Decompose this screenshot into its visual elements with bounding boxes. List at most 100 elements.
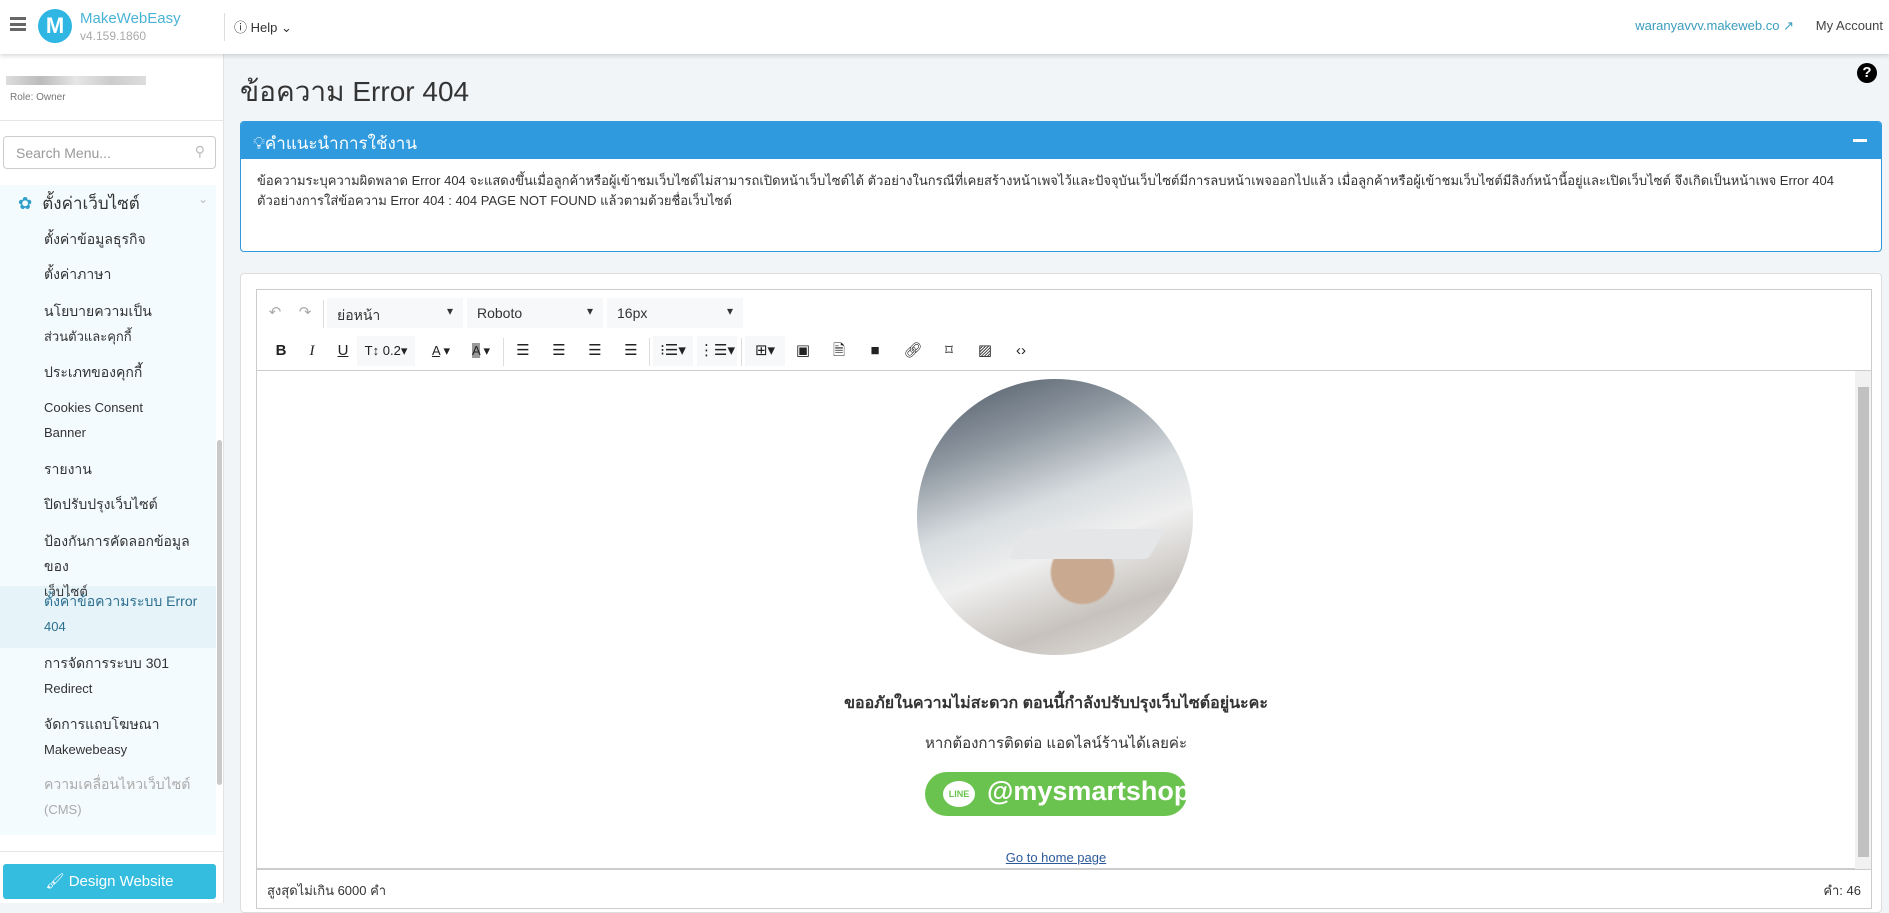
brush-icon: 🖌 — [45, 873, 65, 890]
home-link-label[interactable]: Go to home page — [1006, 850, 1106, 865]
sidebar-item[interactable]: ปิดปรับปรุงเว็บไซต์ — [44, 492, 214, 517]
bookmark-icon[interactable]: ⌑ — [935, 336, 963, 366]
divider — [224, 13, 225, 41]
help-icon[interactable]: ? — [1857, 63, 1877, 83]
logo[interactable]: M — [38, 9, 72, 43]
sidebar-item-label: ประเภทของคุกกี้ — [44, 364, 143, 380]
sidebar-item[interactable]: นโยบายความเป็น ส่วนตัวและคุกกี้ — [44, 299, 214, 349]
sidebar-item-label: รายงาน — [44, 461, 92, 477]
divider — [741, 338, 742, 366]
video-icon[interactable]: ▣ — [789, 336, 817, 366]
align-right-icon[interactable]: ☰ — [581, 336, 609, 366]
image-icon[interactable]: ▨ — [971, 336, 999, 366]
bullet-list-icon[interactable]: ⁝☰▾ — [653, 336, 693, 366]
line-icon: LINE — [943, 781, 975, 807]
sidebar-item[interactable]: ตั้งค่าข้อความระบบ Error 404 — [44, 589, 214, 639]
user-name-blurred — [6, 76, 146, 85]
lightbulb-icon: 💡︎ — [253, 134, 265, 153]
sidebar-item-label: Redirect — [44, 681, 93, 696]
help-dropdown[interactable]: ⓘ Help ⌄ — [234, 17, 292, 36]
home-page-link[interactable]: Go to home page — [257, 850, 1855, 865]
font-color-icon[interactable]: A ▾ — [423, 336, 459, 366]
line-id: @mysmartshop — [987, 776, 1191, 806]
my-account-link[interactable]: My Account — [1816, 18, 1883, 33]
sidebar-item-label: (CMS) — [44, 802, 82, 817]
search-menu-input[interactable]: Search Menu... ⚲ — [3, 136, 216, 169]
info-panel-header[interactable]: 💡︎คำแนะนำการใช้งาน — [241, 122, 1881, 159]
info-example: ตัวอย่างการใส่ข้อความ Error 404 : 404 PA… — [257, 192, 732, 208]
sidebar-item-label: จัดการแถบโฆษณา — [44, 716, 160, 732]
user-role: Role: Owner — [10, 92, 66, 103]
chevron-down-icon: ⌄ — [281, 20, 292, 35]
word-limit-note: สูงสุดไม่เกิน 6000 คำ — [267, 883, 387, 898]
line-height-value: 0.2 — [382, 343, 401, 358]
highlight-color-icon[interactable]: A ▾ — [463, 336, 499, 366]
sidebar-item[interactable]: จัดการแถบโฆษณา Makewebeasy — [44, 712, 214, 762]
sidebar-item[interactable]: ความเคลื่อนไหวเว็บไซต์ (CMS) — [44, 772, 214, 822]
line-contact-button[interactable]: LINE @mysmartshop — [925, 772, 1191, 816]
word-count: คำ: 46 — [1823, 883, 1861, 898]
font-size-select[interactable]: 16px — [607, 298, 743, 328]
align-left-icon[interactable]: ☰ — [509, 336, 537, 366]
sidebar-item[interactable]: ประเภทของคุกกี้ — [44, 360, 214, 385]
info-panel: 💡︎คำแนะนำการใช้งาน ข้อความระบุความผิดพลา… — [240, 121, 1882, 252]
scrollbar-thumb[interactable] — [1858, 387, 1869, 857]
external-link-icon: ↗ — [1783, 18, 1794, 33]
undo-icon[interactable]: ↶ — [261, 298, 289, 328]
align-center-icon[interactable]: ☰ — [545, 336, 573, 366]
chevron-down-icon: ⌄ — [198, 192, 209, 206]
redo-icon[interactable]: ↷ — [291, 298, 319, 328]
divider — [0, 120, 224, 121]
info-title: คำแนะนำการใช้งาน — [264, 134, 417, 153]
font-family-select[interactable]: Roboto — [467, 298, 603, 328]
italic-icon[interactable]: I — [298, 336, 326, 366]
editor-content[interactable]: ขออภัยในความไม่สะดวก ตอนนี้กำลังปรับปรุง… — [257, 370, 1871, 870]
link-icon[interactable]: 🔗︎ — [899, 336, 927, 366]
numbered-list-icon[interactable]: ⋮☰▾ — [697, 336, 737, 366]
page-title: ข้อความ Error 404 — [240, 76, 470, 107]
search-icon: ⚲ — [194, 143, 205, 159]
underline-icon[interactable]: U — [329, 336, 357, 366]
code-view-icon[interactable]: ‹› — [1007, 336, 1035, 366]
sidebar-item[interactable]: ตั้งค่าข้อมูลธุรกิจ — [44, 227, 214, 252]
collapse-icon[interactable] — [1853, 139, 1867, 142]
top-header: M MakeWebEasy v4.159.1860 ⓘ Help ⌄ waran… — [0, 0, 1889, 54]
sidebar-group-website-settings[interactable]: ✿ ตั้งค่าเว็บไซต์ ⌄ — [18, 190, 208, 217]
sidebar-item-label: การจัดการระบบ 301 — [44, 655, 170, 671]
sidebar-item-label: ป้องกันการคัดลอกข้อมูลของ — [44, 533, 190, 574]
question-circle-icon: ⓘ — [234, 20, 248, 35]
file-icon[interactable]: 🗎︎ — [825, 336, 853, 366]
search-placeholder: Search Menu... — [16, 145, 111, 161]
content-scrollbar[interactable] — [1855, 371, 1871, 869]
keyboard-picture — [1008, 529, 1166, 559]
table-icon[interactable]: ⊞▾ — [745, 336, 785, 366]
sidebar-item-label: 404 — [44, 619, 66, 634]
sidebar-item-label: ส่วนตัวและคุกกี้ — [44, 329, 132, 344]
content-heading: ขออภัยในความไม่สะดวก ตอนนี้กำลังปรับปรุง… — [844, 695, 1268, 712]
divider — [0, 851, 224, 852]
sidebar-item-label: ตั้งค่าข้อความระบบ Error — [44, 593, 198, 609]
version: v4.159.1860 — [80, 29, 147, 43]
sidebar-item[interactable]: ตั้งค่าภาษา — [44, 262, 214, 287]
sidebar-item-label: ตั้งค่าภาษา — [44, 266, 112, 282]
sidebar-item-label: Banner — [44, 425, 86, 440]
sidebar-item-label: Makewebeasy — [44, 742, 128, 757]
line-height-dropdown[interactable]: T↕ 0.2▾ — [357, 336, 415, 366]
sidebar-item[interactable]: รายงาน — [44, 457, 214, 482]
sidebar-item[interactable]: Cookies Consent Banner — [44, 395, 214, 445]
divider — [323, 300, 324, 328]
help-label: Help — [250, 20, 278, 35]
content-subtext: หากต้องการติดต่อ แอดไลน์ร้านได้เลยค่ะ — [924, 735, 1188, 752]
paragraph-style-select[interactable]: ย่อหน้า — [327, 298, 463, 328]
hamburger-menu-icon[interactable] — [10, 17, 26, 31]
sidebar-item-label: ปิดปรับปรุงเว็บไซต์ — [44, 496, 158, 512]
align-justify-icon[interactable]: ☰ — [617, 336, 645, 366]
line-height-icon: T↕ — [364, 343, 380, 358]
site-link[interactable]: waranyavvv.makeweb.co ↗ — [1635, 18, 1794, 34]
media-embed-icon[interactable]: ■ — [861, 336, 889, 366]
design-website-button[interactable]: 🖌 Design Website — [3, 864, 216, 899]
group-label: ตั้งค่าเว็บไซต์ — [42, 194, 140, 213]
sidebar-item[interactable]: การจัดการระบบ 301 Redirect — [44, 651, 214, 701]
bold-icon[interactable]: B — [267, 336, 295, 366]
sidebar-scrollbar[interactable] — [217, 440, 222, 785]
